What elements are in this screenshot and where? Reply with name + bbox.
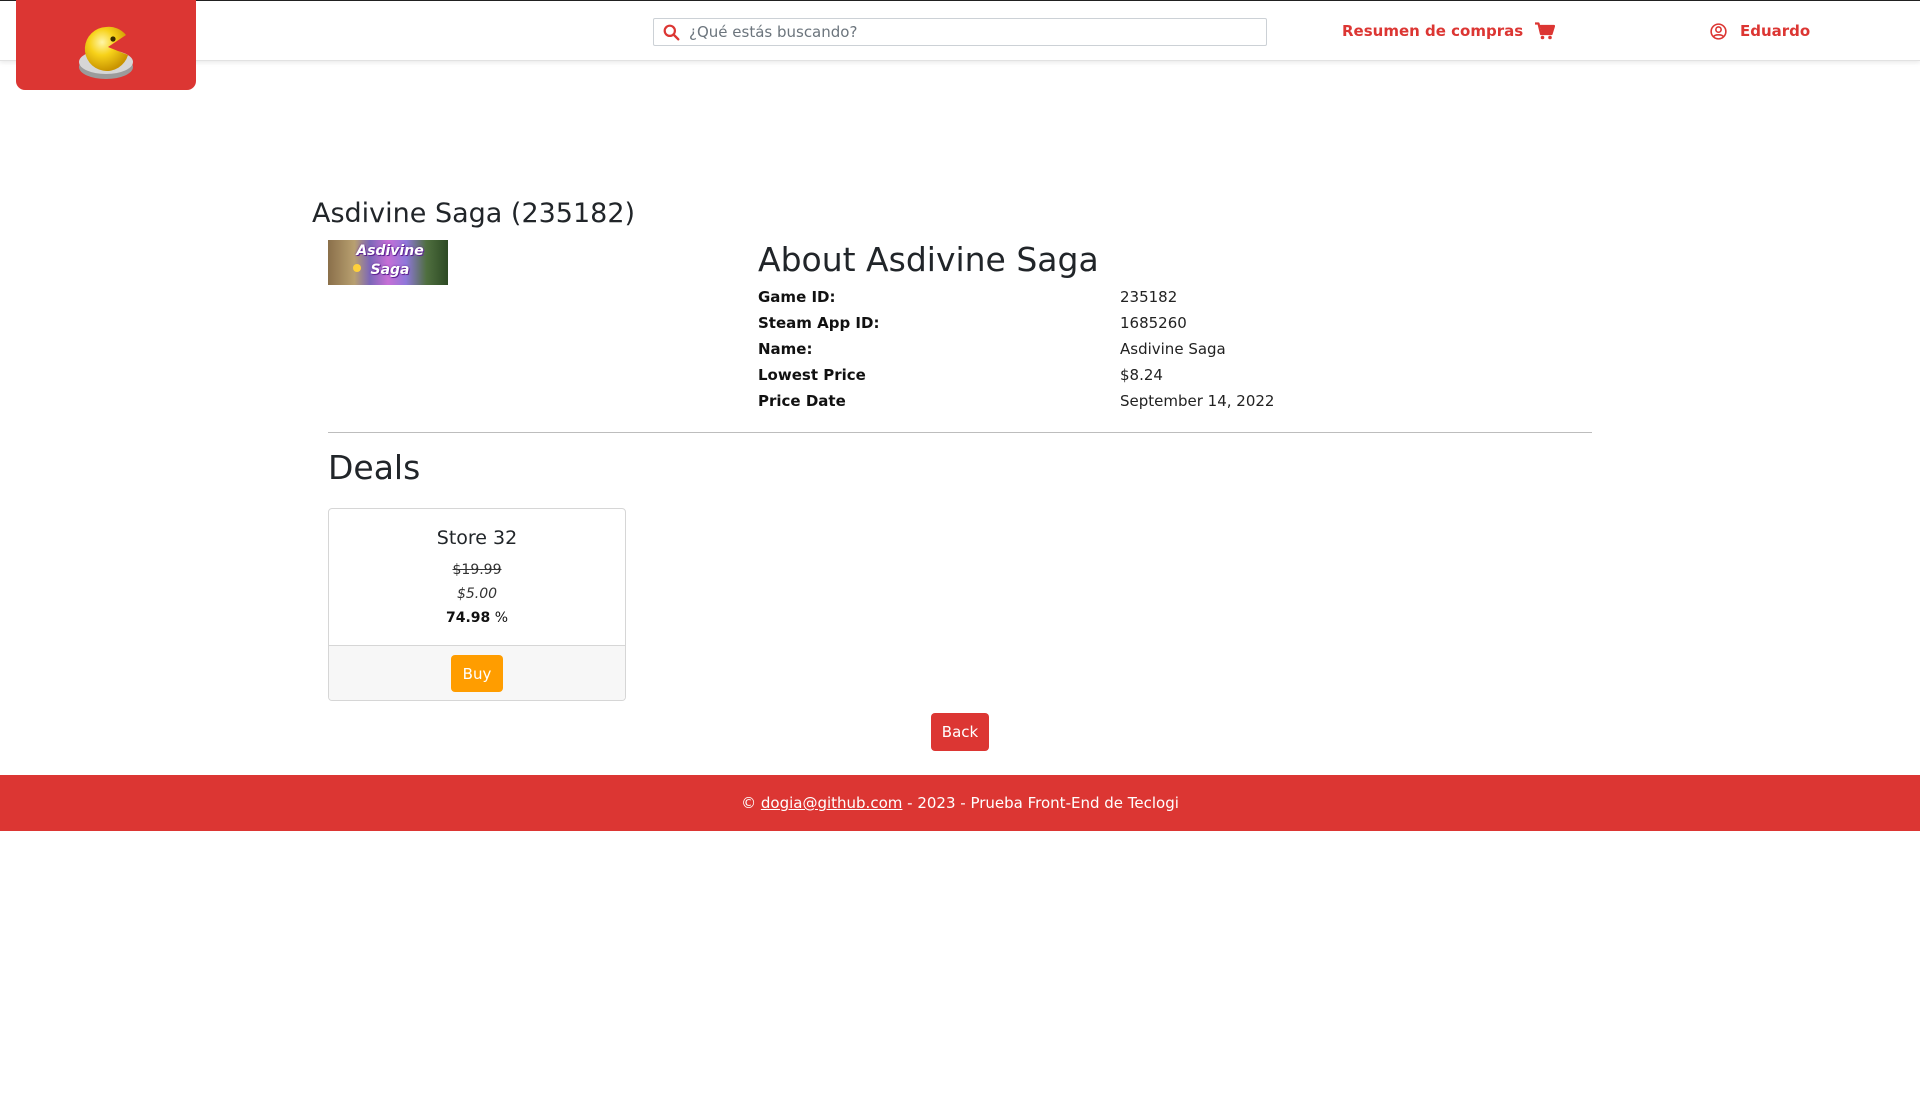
buy-button[interactable]: Buy (451, 655, 503, 692)
thumbnail-sparkle (353, 264, 361, 272)
deal-card: Store 32 $19.99 $5.00 74.98 % Buy (328, 508, 626, 701)
detail-value: Asdivine Saga (1120, 340, 1226, 358)
detail-row-game-id: Game ID: 235182 (758, 288, 1358, 314)
detail-row-name: Name: Asdivine Saga (758, 340, 1358, 366)
logo-link[interactable] (16, 0, 196, 90)
search-input[interactable] (689, 21, 1249, 43)
detail-label: Lowest Price (758, 366, 866, 384)
purchase-summary-link[interactable]: Resumen de compras (1342, 19, 1556, 43)
pacman-logo-icon (79, 26, 133, 79)
author-email-link[interactable]: dogia@github.com (761, 794, 903, 812)
purchase-summary-label: Resumen de compras (1342, 22, 1524, 40)
deal-card-body: Store 32 $19.99 $5.00 74.98 % (329, 509, 625, 645)
store-name: Store 32 (436, 527, 518, 549)
shopping-cart-icon (1535, 22, 1556, 40)
detail-row-lowest-price: Lowest Price $8.24 (758, 366, 1358, 392)
search-icon (663, 24, 680, 41)
search-bar[interactable] (653, 18, 1267, 46)
deals-title: Deals (328, 448, 421, 487)
game-details-table: Game ID: 235182 Steam App ID: 1685260 Na… (758, 288, 1358, 418)
detail-value: $8.24 (1120, 366, 1163, 384)
detail-label: Game ID: (758, 288, 836, 306)
sale-price: $5.00 (456, 586, 498, 602)
detail-label: Name: (758, 340, 813, 358)
detail-row-steam-app-id: Steam App ID: 1685260 (758, 314, 1358, 340)
back-button[interactable]: Back (931, 713, 989, 751)
game-title: Asdivine Saga (235182) (312, 198, 636, 229)
detail-label: Price Date (758, 392, 846, 410)
detail-value: 1685260 (1120, 314, 1187, 332)
detail-value: 235182 (1120, 288, 1178, 306)
savings-value: 74.98 (445, 610, 491, 626)
detail-value: September 14, 2022 (1120, 392, 1275, 410)
top-navbar: Resumen de compras Eduardo (0, 1, 1920, 61)
footer-text: - 2023 - Prueba Front-End de Teclogi (907, 794, 1179, 812)
savings-unit: % (494, 610, 509, 626)
deal-card-footer: Buy (329, 645, 625, 700)
user-name: Eduardo (1740, 22, 1811, 40)
normal-price: $19.99 (452, 562, 502, 578)
savings-percent: 74.98 % (329, 610, 625, 626)
section-divider (328, 432, 1592, 433)
game-thumbnail: Asdivine Saga (328, 240, 448, 285)
about-title: About Asdivine Saga (758, 240, 1099, 279)
detail-label: Steam App ID: (758, 314, 880, 332)
copyright-symbol: © (741, 794, 757, 812)
page-footer: © dogia@github.com - 2023 - Prueba Front… (0, 775, 1920, 831)
user-menu[interactable]: Eduardo (1710, 19, 1810, 43)
thumbnail-logo-text: Asdivine Saga (356, 243, 424, 278)
detail-row-price-date: Price Date September 14, 2022 (758, 392, 1358, 418)
user-circle-icon (1710, 22, 1727, 40)
